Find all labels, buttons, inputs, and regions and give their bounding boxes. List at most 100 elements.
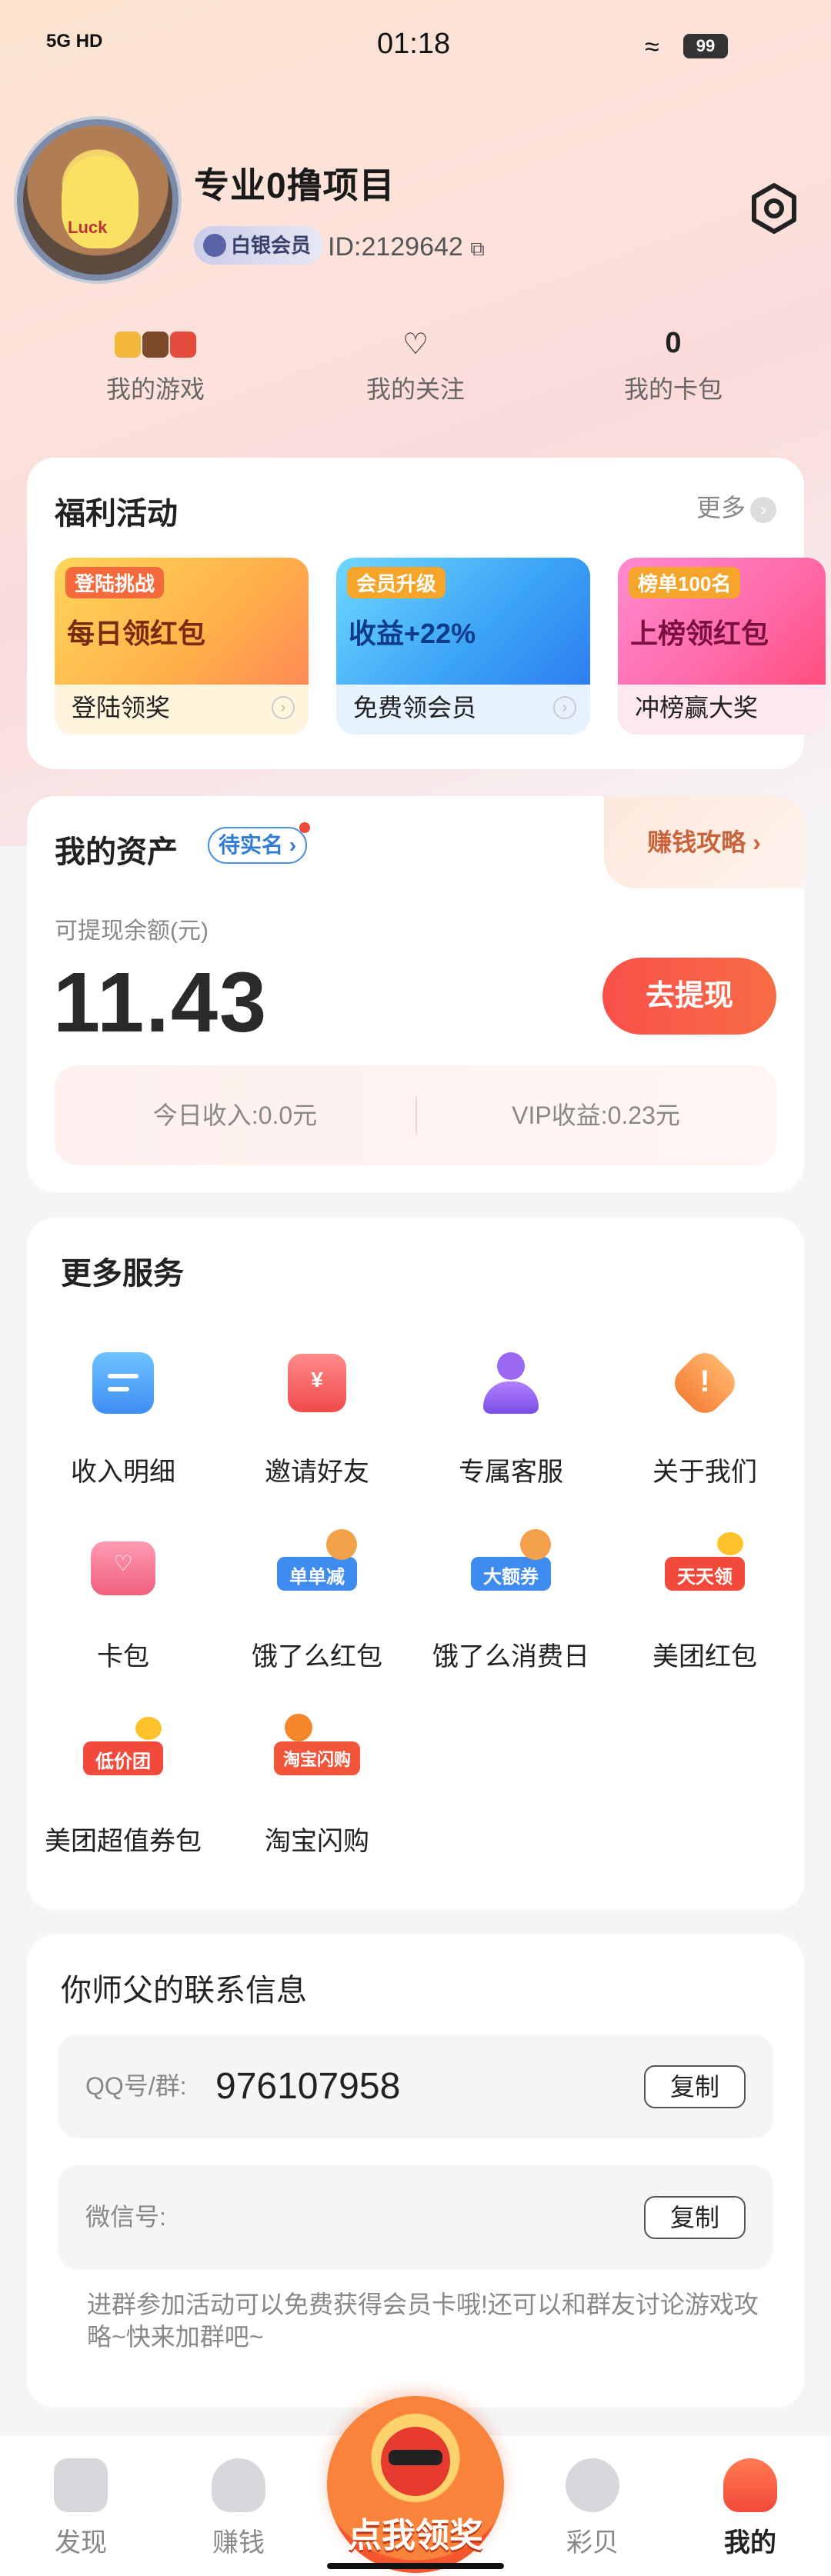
welfare-more-link[interactable]: 更多 › <box>696 488 776 524</box>
tab-caibei[interactable]: 彩贝 <box>531 2458 654 2559</box>
service-label: 淘宝闪购 <box>265 1827 369 1856</box>
tab-earn[interactable]: 赚钱 <box>177 2458 300 2559</box>
promo-tag: 榜单100名 <box>629 567 741 598</box>
service-label: 专属客服 <box>459 1458 563 1487</box>
card-wallet-icon: ♡ <box>85 1529 162 1606</box>
services-title: 更多服务 <box>61 1257 184 1291</box>
service-eleme-day[interactable]: 大额券 饿了么消费日 <box>415 1529 607 1673</box>
today-income: 今日收入:0.0元 <box>152 1101 318 1129</box>
service-income-details[interactable]: 收入明细 <box>27 1345 219 1488</box>
service-meituan-coupon[interactable]: 天天领 美团红包 <box>609 1529 801 1673</box>
status-time: 01:18 <box>377 28 451 60</box>
promo-headline: 上榜领红包 <box>630 618 769 649</box>
tab-label: 赚钱 <box>212 2528 265 2558</box>
welfare-card: 福利活动 更多 › 登陆挑战 每日领红包 登陆领奖 › 会员升级 收益+22% 免… <box>27 458 826 769</box>
money-bag-icon <box>212 2458 265 2512</box>
service-badge: 单单减 <box>289 1567 345 1588</box>
service-label: 饿了么红包 <box>252 1642 382 1671</box>
service-invite-friends[interactable]: ¥ 邀请好友 <box>221 1345 413 1488</box>
copy-wechat-button[interactable]: 复制 <box>644 2196 746 2239</box>
service-taobao-flash[interactable]: 淘宝闪购 淘宝闪购 <box>221 1714 413 1858</box>
realname-label: 待实名 <box>219 833 284 857</box>
my-games[interactable]: 我的游戏 <box>40 327 271 405</box>
copy-qq-button[interactable]: 复制 <box>644 2065 746 2108</box>
tab-discover[interactable]: 发现 <box>19 2458 142 2559</box>
realname-badge[interactable]: 待实名 › <box>208 822 311 864</box>
assets-card: 我的资产 待实名 › 赚钱攻略 › 可提现余额(元) 11.43 去提现 今日收… <box>27 796 804 1192</box>
service-label: 卡包 <box>97 1642 149 1671</box>
my-follows-label: 我的关注 <box>365 375 465 403</box>
service-card-wallet[interactable]: ♡ 卡包 <box>27 1529 219 1673</box>
promo-free-vip[interactable]: 会员升级 收益+22% 免费领会员 › <box>336 558 590 735</box>
home-indicator[interactable] <box>327 2563 504 2569</box>
wifi-icon: ≈ <box>645 32 659 62</box>
copy-icon[interactable]: ⧉ <box>470 237 485 260</box>
claim-reward-button[interactable]: 点我领奖 <box>327 2396 504 2573</box>
profile-stats: 我的游戏 ♡ 我的关注 0 我的卡包 <box>0 327 831 419</box>
sunglasses-icon <box>389 2450 442 2465</box>
my-follows[interactable]: ♡ 我的关注 <box>300 327 531 405</box>
chevron-right-icon: › <box>750 496 776 523</box>
promo-label: 冲榜赢大奖 <box>635 694 759 721</box>
member-badge[interactable]: 白银会员 <box>194 226 324 265</box>
service-badge: 天天领 <box>677 1567 733 1588</box>
qq-value: 976107958 <box>215 2066 401 2107</box>
person-icon <box>723 2458 777 2512</box>
tab-label: 彩贝 <box>566 2528 619 2558</box>
customer-service-icon <box>472 1345 549 1421</box>
network-indicator: 5G HD <box>46 31 103 52</box>
service-label: 饿了么消费日 <box>432 1642 589 1671</box>
balance-label: 可提现余额(元) <box>55 918 209 944</box>
eleme-coupon-icon: 单单减 <box>277 1529 357 1606</box>
info-icon: ! <box>666 1345 743 1421</box>
earning-strategy-tab[interactable]: 赚钱攻略 › <box>604 796 804 888</box>
service-label: 关于我们 <box>652 1458 757 1487</box>
promo-headline: 收益+22% <box>349 618 476 649</box>
username: 专业0撸项目 <box>194 165 395 205</box>
service-about-us[interactable]: ! 关于我们 <box>609 1345 801 1488</box>
service-label: 邀请好友 <box>265 1458 369 1487</box>
qq-label: QQ号/群: <box>85 2072 187 2100</box>
service-badge: 大额券 <box>483 1567 539 1588</box>
service-badge: 淘宝闪购 <box>282 1750 351 1769</box>
tab-mine[interactable]: 我的 <box>689 2458 812 2559</box>
group-note: 进群参加活动可以免费获得会员卡哦!还可以和群友讨论游戏攻略~快来加群吧~ <box>87 2291 759 2351</box>
notification-dot <box>299 822 311 833</box>
user-id[interactable]: ID:2129642 ⧉ <box>328 232 485 262</box>
wechat-label: 微信号: <box>85 2203 166 2231</box>
settings-icon[interactable] <box>746 181 802 236</box>
promo-tag: 登陆挑战 <box>65 567 165 598</box>
discover-icon <box>54 2458 108 2512</box>
card-count: 0 <box>665 327 682 359</box>
earning-strategy-label: 赚钱攻略 <box>647 828 746 856</box>
welfare-more-label: 更多 <box>696 494 746 522</box>
service-meituan-pack[interactable]: 低价团 美团超值券包 <box>27 1714 219 1858</box>
vip-income: VIP收益:0.23元 <box>512 1101 680 1129</box>
member-badge-label: 白银会员 <box>231 234 312 257</box>
my-games-label: 我的游戏 <box>105 375 205 403</box>
battery-indicator: 99 <box>683 34 728 58</box>
welfare-title: 福利活动 <box>55 497 178 531</box>
chevron-right-icon: › <box>553 696 576 719</box>
income-summary: 今日收入:0.0元 VIP收益:0.23元 <box>55 1065 776 1165</box>
promo-daily-login[interactable]: 登陆挑战 每日领红包 登陆领奖 › <box>55 558 309 735</box>
avatar[interactable]: Luck <box>17 119 179 281</box>
status-bar: 5G HD 01:18 ≈ 99 <box>0 0 831 92</box>
meituan-coupon-icon: 天天领 <box>665 1529 745 1606</box>
claim-reward-label: 点我领奖 <box>348 2517 483 2554</box>
master-contact-title: 你师父的联系信息 <box>61 1974 307 2008</box>
promo-tag: 会员升级 <box>347 567 446 598</box>
promo-headline: 每日领红包 <box>67 618 206 649</box>
member-badge-icon <box>203 234 226 258</box>
my-card-wallet[interactable]: 0 我的卡包 <box>558 327 789 405</box>
promo-label: 免费领会员 <box>353 694 477 721</box>
tab-label: 我的 <box>724 2528 776 2558</box>
service-customer-support[interactable]: 专属客服 <box>415 1345 607 1488</box>
withdraw-button[interactable]: 去提现 <box>602 958 776 1035</box>
eleme-day-icon: 大额券 <box>471 1529 551 1606</box>
service-eleme-coupon[interactable]: 单单减 饿了么红包 <box>221 1529 413 1673</box>
qq-row: QQ号/群: 976107958 复制 <box>58 2034 773 2138</box>
game-thumbnails <box>115 332 196 358</box>
red-envelope-icon: ¥ <box>279 1345 355 1421</box>
promo-ranking[interactable]: 榜单100名 上榜领红包 冲榜赢大奖 <box>618 558 826 735</box>
